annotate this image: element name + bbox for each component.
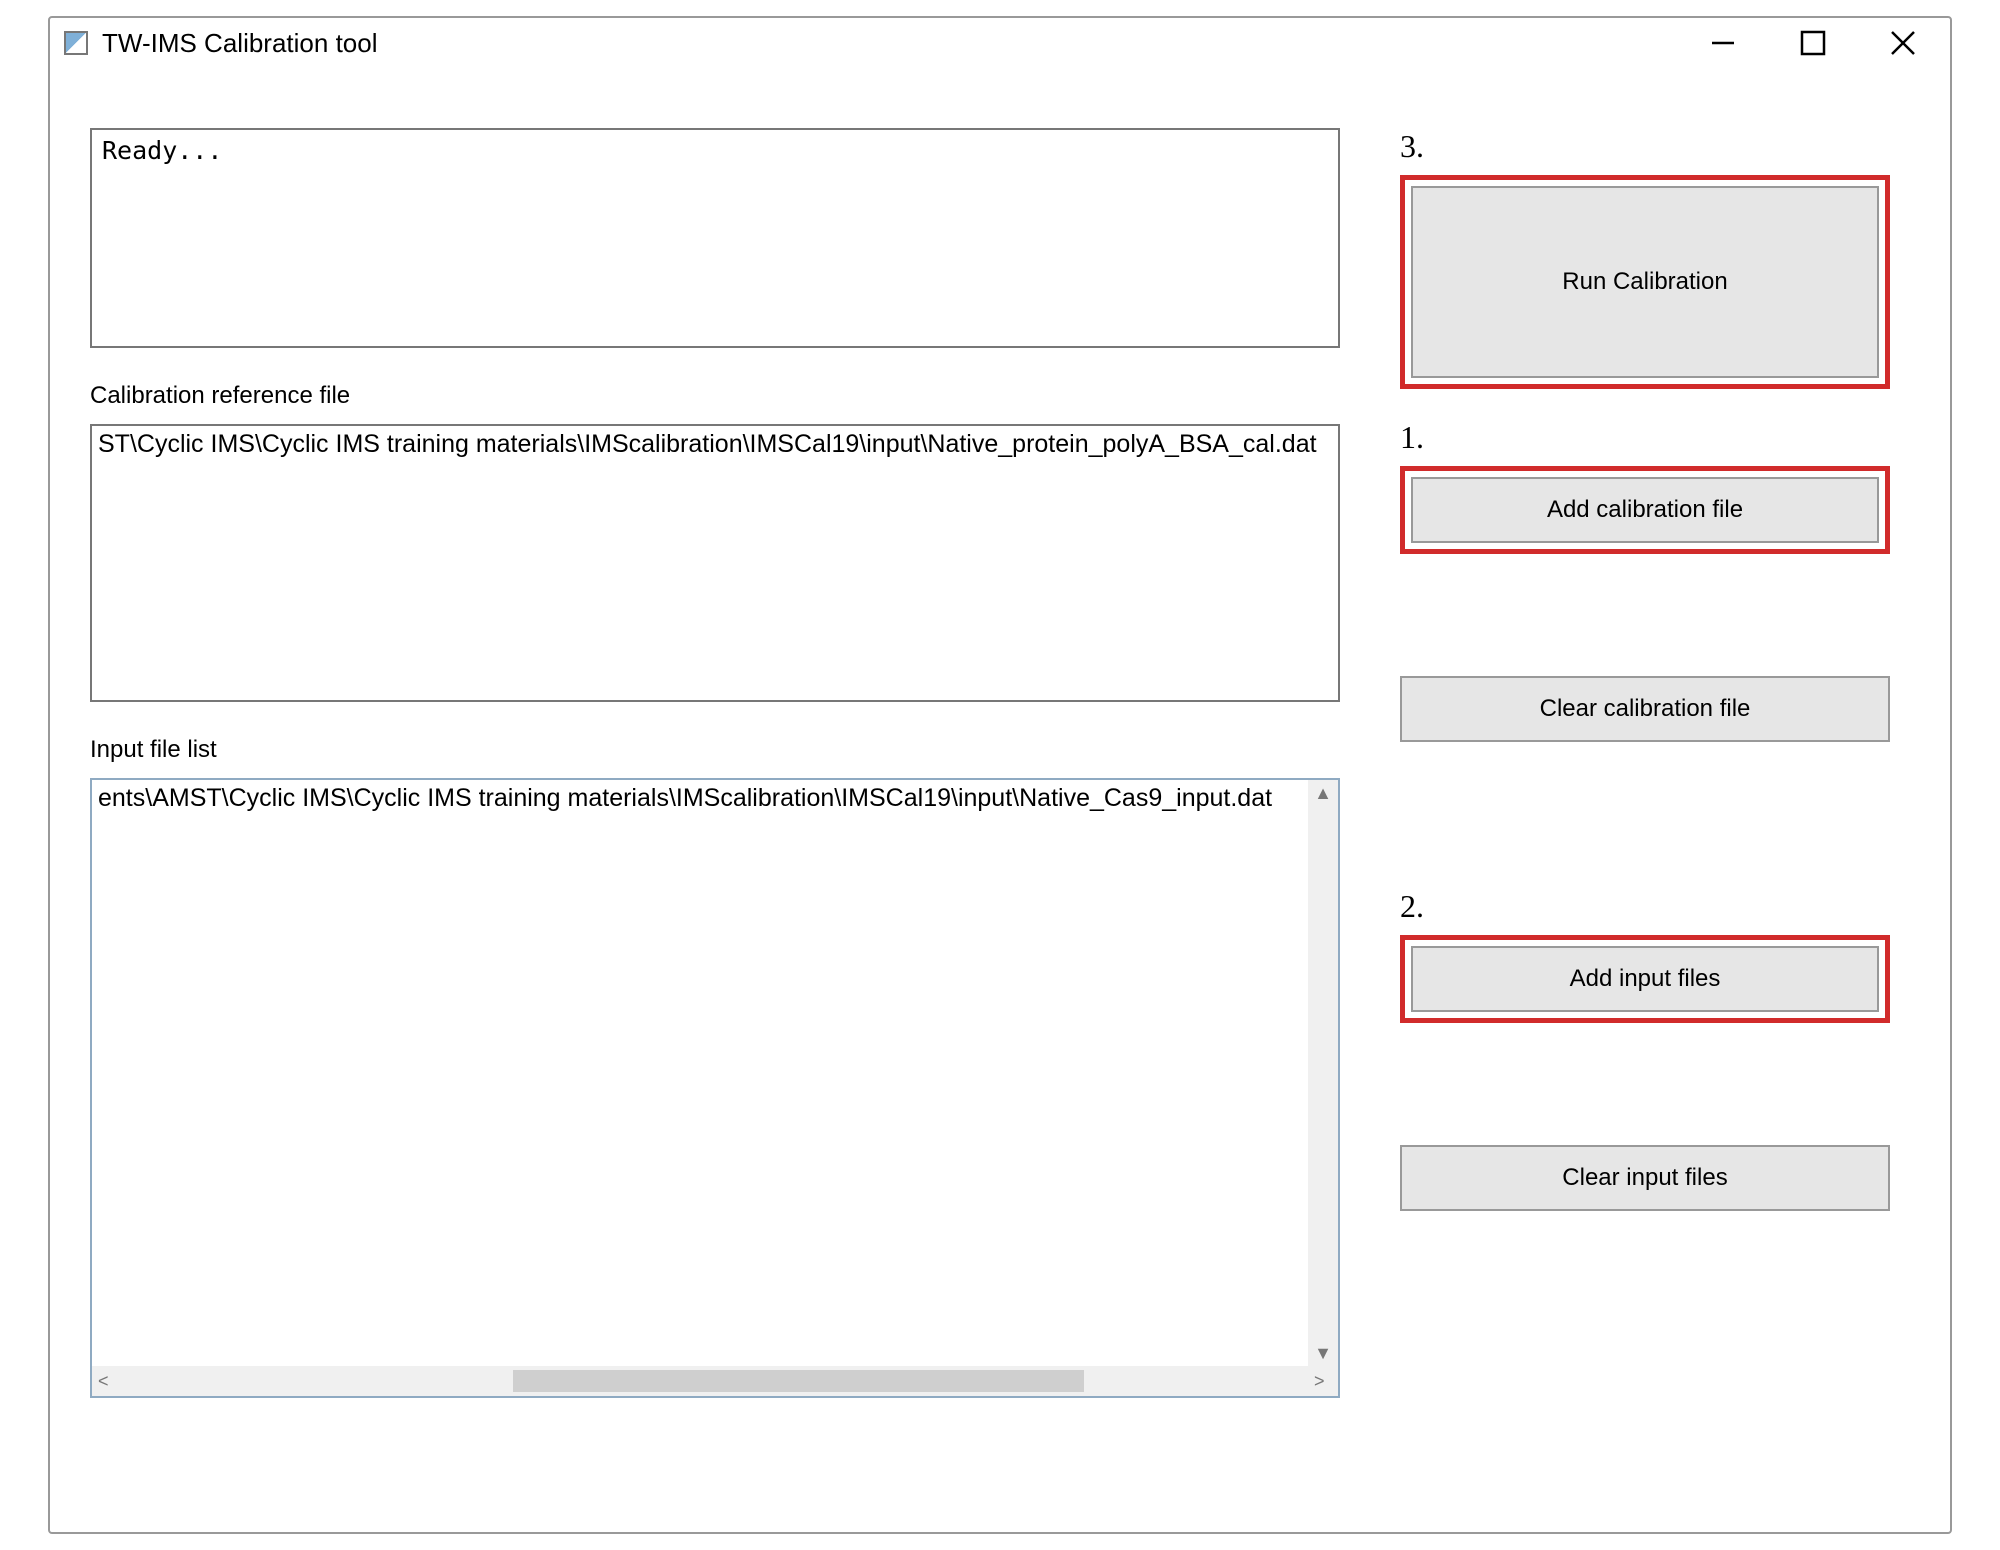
application-window: TW-IMS Calibration tool	[48, 16, 1952, 1534]
input-file-list[interactable]: ents\AMST\Cyclic IMS\Cyclic IMS training…	[90, 778, 1340, 1398]
scroll-left-icon: <	[98, 1372, 116, 1390]
run-calibration-button[interactable]: Run Calibration	[1411, 186, 1879, 378]
left-column: Ready... Calibration reference file ST\C…	[90, 128, 1340, 1502]
run-calibration-label: Run Calibration	[1562, 268, 1727, 296]
highlight-add-cal: Add calibration file	[1400, 466, 1890, 554]
calref-path: ST\Cyclic IMS\Cyclic IMS training materi…	[98, 430, 1317, 458]
titlebar: TW-IMS Calibration tool	[50, 18, 1950, 68]
scroll-track	[120, 1368, 1310, 1394]
status-text: Ready...	[102, 136, 222, 165]
horizontal-scrollbar[interactable]: < >	[92, 1366, 1338, 1396]
scroll-down-icon: ▼	[1314, 1344, 1332, 1362]
client-area: Ready... Calibration reference file ST\C…	[50, 68, 1950, 1532]
scroll-up-icon: ▲	[1314, 784, 1332, 802]
right-column: 3. Run Calibration 1. Add calibration fi…	[1400, 128, 1890, 1502]
minimize-button[interactable]	[1698, 23, 1748, 63]
window-controls	[1698, 23, 1942, 63]
add-input-files-label: Add input files	[1570, 965, 1721, 993]
clear-calibration-file-button[interactable]: Clear calibration file	[1400, 676, 1890, 742]
clear-calibration-file-label: Clear calibration file	[1540, 695, 1751, 723]
calref-label: Calibration reference file	[90, 382, 1340, 410]
inputlist-label: Input file list	[90, 736, 1340, 764]
scroll-right-icon: >	[1314, 1372, 1332, 1390]
minimize-icon	[1708, 28, 1738, 58]
add-input-files-button[interactable]: Add input files	[1411, 946, 1879, 1012]
close-icon	[1889, 29, 1917, 57]
annotation-step1: 1.	[1400, 419, 1424, 456]
vertical-scrollbar[interactable]: ▲ ▼	[1308, 780, 1338, 1366]
maximize-icon	[1799, 29, 1827, 57]
highlight-add-input: Add input files	[1400, 935, 1890, 1023]
highlight-run: Run Calibration	[1400, 175, 1890, 389]
clear-input-files-button[interactable]: Clear input files	[1400, 1145, 1890, 1211]
annotation-step2: 2.	[1400, 888, 1424, 925]
calref-input[interactable]: ST\Cyclic IMS\Cyclic IMS training materi…	[90, 424, 1340, 702]
input-list-content: ents\AMST\Cyclic IMS\Cyclic IMS training…	[98, 784, 1306, 1364]
add-calibration-file-label: Add calibration file	[1547, 496, 1743, 524]
window-title: TW-IMS Calibration tool	[102, 28, 378, 59]
maximize-button[interactable]	[1788, 23, 1838, 63]
annotation-step3: 3.	[1400, 128, 1424, 165]
list-item[interactable]: ents\AMST\Cyclic IMS\Cyclic IMS training…	[98, 784, 1306, 813]
clear-input-files-label: Clear input files	[1562, 1164, 1727, 1192]
add-calibration-file-button[interactable]: Add calibration file	[1411, 477, 1879, 543]
close-button[interactable]	[1878, 23, 1928, 63]
app-icon	[64, 31, 88, 55]
scroll-thumb[interactable]	[513, 1370, 1084, 1392]
status-output: Ready...	[90, 128, 1340, 348]
